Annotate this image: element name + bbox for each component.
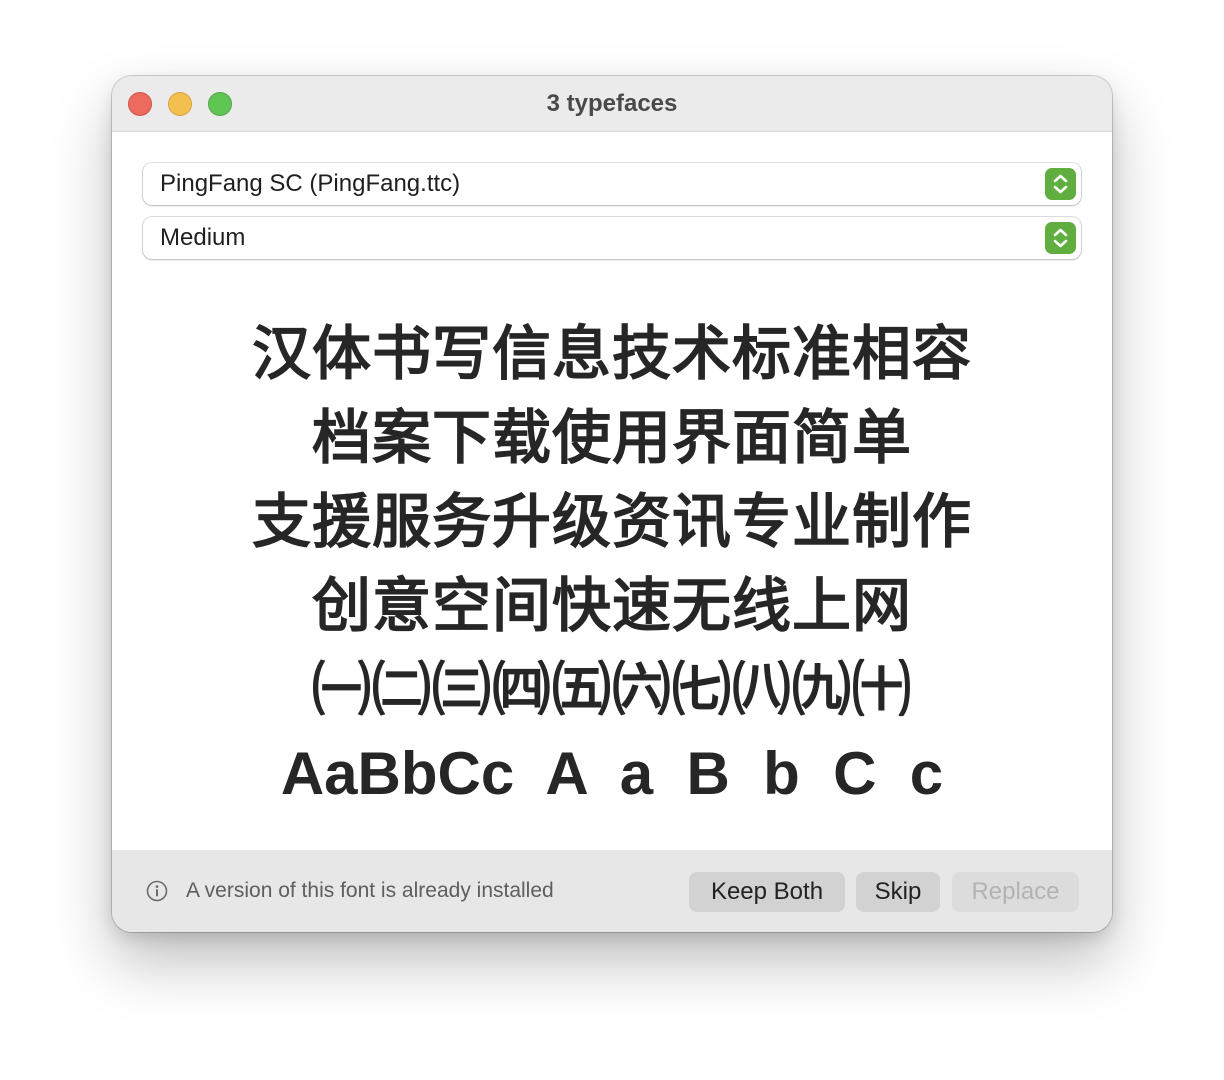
window-title: 3 typefaces	[546, 90, 678, 117]
up-down-chevron-icon	[1045, 222, 1076, 254]
font-style-select[interactable]: Medium	[143, 217, 1081, 259]
up-down-chevron-icon	[1045, 168, 1076, 200]
skip-button[interactable]: Skip	[856, 872, 940, 912]
font-preview: 汉体书写信息技术标准相容 档案下载使用界面简单 支援服务升级资讯专业制作 创意空…	[112, 312, 1112, 816]
replace-button[interactable]: Replace	[952, 872, 1079, 912]
preview-line: ㈠㈡㈢㈣㈤㈥㈦㈧㈨㈩	[311, 657, 912, 723]
info-circle-icon	[146, 880, 168, 902]
footer-bar: A version of this font is already instal…	[112, 850, 1112, 932]
font-style-select-value: Medium	[160, 224, 246, 251]
preview-line: 汉体书写信息技术标准相容	[251, 321, 972, 387]
already-installed-message: A version of this font is already instal…	[186, 879, 554, 902]
font-family-select[interactable]: PingFang SC (PingFang.ttc)	[143, 163, 1081, 205]
font-install-window: 3 typefaces PingFang SC (PingFang.ttc) M…	[112, 76, 1112, 932]
preview-line: 档案下载使用界面简单	[311, 405, 912, 471]
preview-line-latin: AaBbCc A a B b C c	[280, 740, 944, 807]
preview-line: 支援服务升级资讯专业制作	[251, 489, 972, 555]
font-family-select-value: PingFang SC (PingFang.ttc)	[160, 170, 461, 197]
keep-both-button[interactable]: Keep Both	[689, 872, 845, 912]
preview-line: 创意空间快速无线上网	[311, 573, 912, 639]
title-bar: 3 typefaces	[112, 76, 1112, 132]
